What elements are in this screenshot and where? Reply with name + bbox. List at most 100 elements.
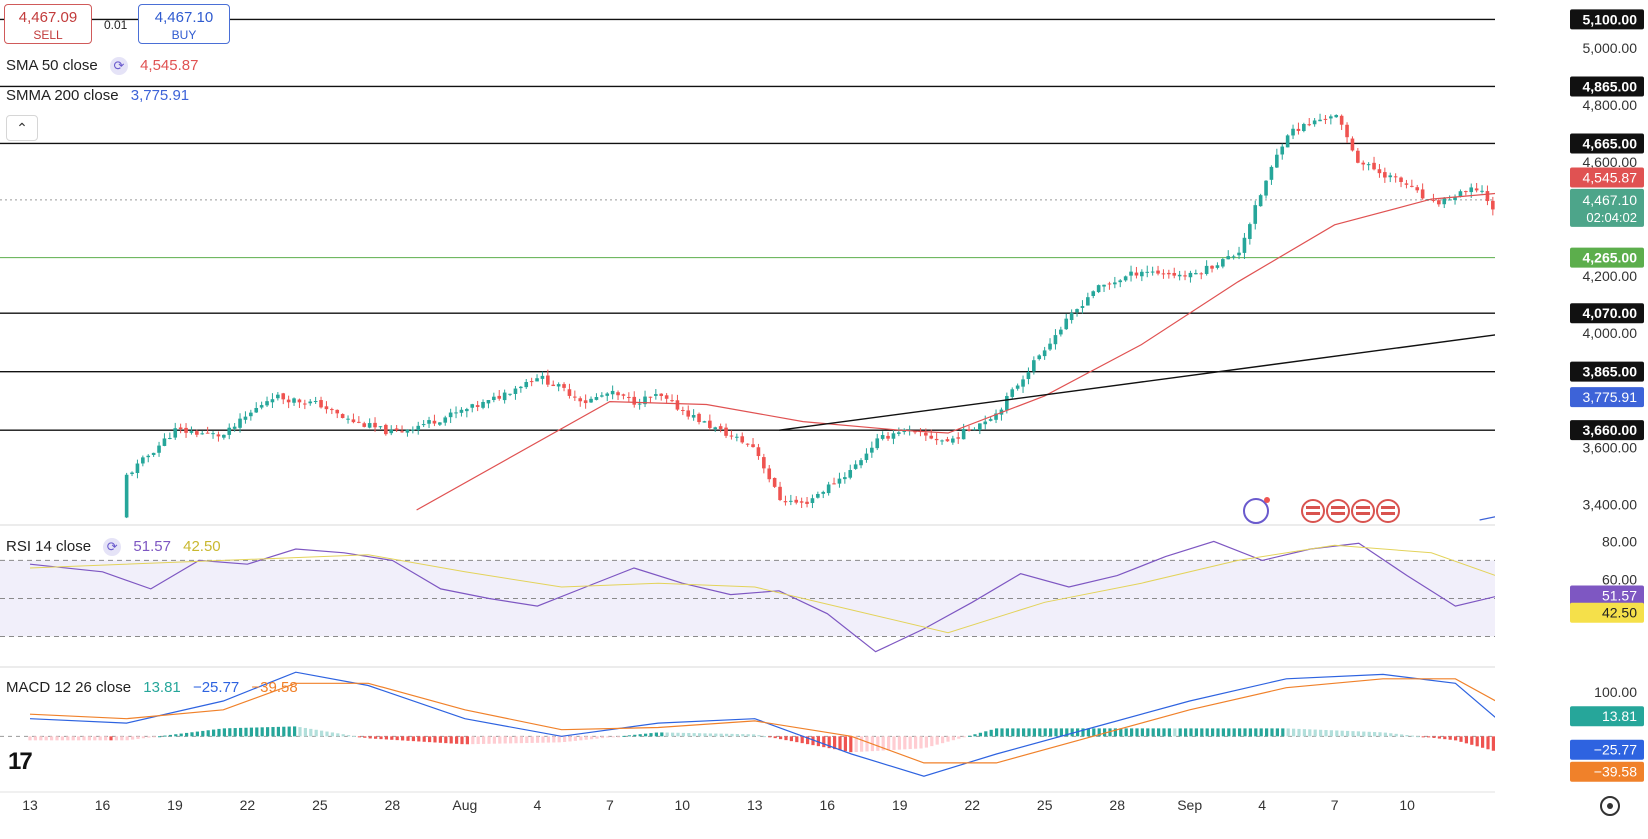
us-flag-icon-stripe: [1356, 506, 1370, 509]
macd-histogram-bar: [622, 736, 625, 737]
candle: [832, 478, 836, 485]
macd-histogram-bar: [396, 736, 399, 740]
macd-histogram-bar: [120, 736, 123, 740]
candle-body: [298, 400, 302, 403]
candle-body: [1280, 147, 1284, 155]
candle: [1378, 164, 1382, 178]
candle: [1210, 265, 1214, 272]
macd-histogram-bar: [666, 733, 669, 737]
macd-histogram-bar: [531, 736, 534, 743]
macd-histogram-bar: [223, 728, 226, 736]
candle: [314, 397, 318, 404]
macd-histogram-bar: [1422, 736, 1425, 737]
candle: [681, 407, 685, 415]
macd-hist-tag-label: 13.81: [1602, 708, 1637, 724]
macd-histogram-bar: [163, 736, 166, 737]
smma-legend[interactable]: SMMA 200 close 3,775.91: [6, 87, 189, 104]
macd-histogram-bar: [1287, 728, 1290, 736]
macd-histogram-bar: [1341, 731, 1344, 737]
candle-body: [762, 457, 766, 468]
macd-histogram-bar: [617, 736, 620, 737]
us-flag-icon-ring: [1377, 500, 1399, 522]
macd-histogram-bar: [860, 736, 863, 751]
macd-histogram-bar: [1173, 728, 1176, 736]
macd-histogram-bar: [1260, 728, 1263, 736]
candle: [535, 374, 539, 381]
macd-histogram-bar: [676, 733, 679, 737]
macd-histogram-bar: [714, 734, 717, 737]
x-tick-label: 13: [22, 797, 38, 813]
y-tick-label: 3,600.00: [1583, 439, 1638, 455]
candle: [551, 381, 555, 387]
macd-histogram-bar: [34, 736, 37, 740]
candle: [265, 397, 269, 407]
macd-histogram-bar: [822, 736, 825, 747]
sell-price: 4,467.09: [5, 5, 91, 28]
candle: [557, 382, 561, 391]
macd-histogram-bar: [525, 736, 528, 743]
candle: [643, 391, 647, 407]
macd-histogram-bar: [374, 736, 377, 738]
trading-chart[interactable]: 131619222528Aug4710131619222528Sep47105,…: [0, 0, 1648, 834]
x-tick-label: 13: [747, 797, 763, 813]
candle: [1216, 262, 1220, 269]
macd-histogram-bar: [1130, 728, 1133, 736]
candle: [708, 415, 712, 431]
macd-histogram-bar: [261, 727, 264, 736]
candle: [778, 482, 782, 501]
buy-button[interactable]: 4,467.10 BUY: [138, 4, 230, 44]
candle-body: [1005, 396, 1009, 410]
candle: [146, 454, 150, 462]
candle: [244, 411, 248, 423]
chart-canvas[interactable]: 131619222528Aug4710131619222528Sep47105,…: [0, 0, 1648, 834]
candle: [1248, 223, 1252, 245]
candle: [1453, 194, 1457, 204]
macd-histogram-bar: [1308, 729, 1311, 736]
macd-legend[interactable]: MACD 12 26 close 13.81 −25.77 −39.58: [6, 679, 298, 696]
macd-histogram-bar: [914, 736, 917, 748]
buy-price: 4,467.10: [139, 5, 229, 28]
candle: [141, 456, 145, 467]
candle: [384, 424, 388, 436]
refresh-cycle-icon[interactable]: ⟳: [103, 538, 121, 556]
candle-body: [1021, 379, 1025, 386]
candle: [1183, 271, 1187, 281]
candle-body: [211, 433, 215, 434]
macd-histogram-bar: [1292, 729, 1295, 737]
y-tick-label: 3,400.00: [1583, 496, 1638, 512]
macd-histogram-bar: [493, 736, 496, 743]
y-tick-label: 4,000.00: [1583, 325, 1638, 341]
candle-body: [681, 410, 685, 411]
candle-body: [265, 401, 269, 405]
candle: [886, 432, 890, 441]
macd-histogram-bar: [331, 732, 334, 736]
macd-histogram-bar: [709, 733, 712, 736]
sma-legend[interactable]: SMA 50 close ⟳ 4,545.87: [6, 57, 198, 75]
candle-body: [654, 394, 658, 396]
candle-body: [1086, 297, 1090, 305]
candle-body: [1124, 276, 1128, 280]
candle-body: [411, 430, 415, 431]
sell-button[interactable]: 4,467.09 SELL: [4, 4, 92, 44]
macd-histogram-bar: [1470, 736, 1473, 744]
candle-body: [600, 395, 604, 396]
refresh-cycle-icon[interactable]: ⟳: [110, 57, 128, 75]
rsi-legend[interactable]: RSI 14 close ⟳ 51.57 42.50: [6, 538, 221, 556]
candle: [1086, 293, 1090, 306]
candle-body: [157, 446, 161, 453]
macd-histogram-bar: [55, 736, 58, 740]
candle: [1048, 338, 1052, 351]
macd-histogram-bar: [228, 728, 231, 736]
candle: [638, 399, 642, 410]
macd-histogram-bar: [1476, 736, 1479, 746]
candle-body: [562, 384, 566, 388]
candle-body: [1270, 167, 1274, 180]
candle: [805, 497, 809, 507]
candle: [719, 424, 723, 433]
candle-body: [281, 393, 285, 399]
candle: [568, 384, 572, 399]
collapse-legend-button[interactable]: ⌃: [6, 115, 38, 141]
macd-histogram-bar: [671, 733, 674, 737]
macd-histogram-bar: [50, 736, 53, 740]
settings-icon[interactable]: [1600, 796, 1620, 816]
